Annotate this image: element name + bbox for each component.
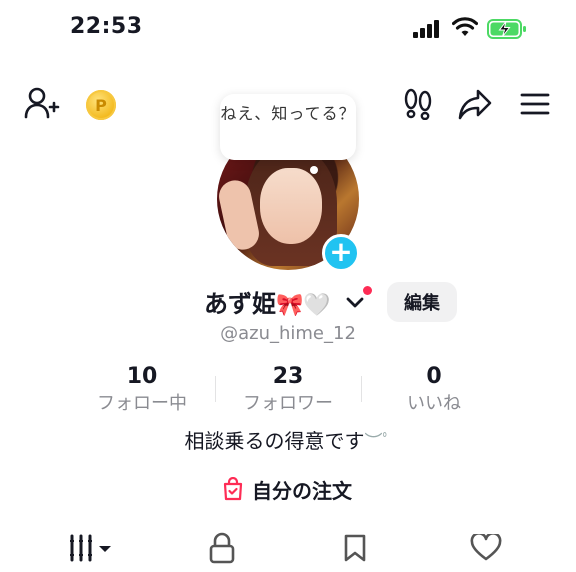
display-name[interactable]: あず姫🎀🤍 bbox=[204, 284, 331, 319]
lock-icon bbox=[209, 532, 235, 564]
bio-text: 相談乗るの得意です bbox=[184, 429, 365, 453]
add-friend-icon[interactable] bbox=[24, 86, 60, 120]
profile-handle: @azu_hime_12 bbox=[220, 323, 356, 344]
likes-label: いいね bbox=[407, 393, 461, 414]
coin-symbol: P bbox=[95, 95, 107, 115]
heart-icon bbox=[470, 534, 502, 561]
tab-liked[interactable] bbox=[464, 530, 508, 566]
battery-charging-icon bbox=[487, 19, 526, 39]
display-name-emojis: 🎀🤍 bbox=[276, 293, 331, 318]
tab-videos[interactable] bbox=[64, 530, 116, 566]
avatar-face bbox=[260, 168, 322, 244]
bookmark-icon bbox=[344, 534, 366, 562]
note-bubble[interactable]: ねえ、知ってる？ bbox=[220, 94, 356, 160]
bio-emojis: ︶ﾟ bbox=[364, 432, 392, 453]
profile-bio[interactable]: 相談乗るの得意です︶ﾟ bbox=[0, 425, 576, 454]
followers-label: フォロワー bbox=[243, 393, 333, 414]
following-label: フォロー中 bbox=[97, 393, 187, 414]
followers-count: 23 bbox=[272, 364, 304, 389]
chevron-down-icon[interactable] bbox=[344, 294, 366, 310]
video-grid-icon bbox=[70, 534, 111, 562]
note-bubble-tail bbox=[310, 166, 318, 174]
stat-divider bbox=[361, 376, 362, 402]
share-icon[interactable] bbox=[458, 88, 492, 120]
my-orders-label: 自分の注文 bbox=[252, 478, 352, 503]
display-name-text: あず姫 bbox=[204, 290, 276, 318]
my-orders-link[interactable]: 自分の注文 bbox=[222, 475, 352, 503]
edit-profile-button[interactable]: 編集 bbox=[387, 282, 457, 322]
following-count: 10 bbox=[126, 364, 158, 389]
tab-saved[interactable] bbox=[333, 530, 377, 566]
notification-dot bbox=[363, 286, 372, 295]
add-story-plus-icon[interactable]: + bbox=[322, 234, 360, 272]
likes-count: 0 bbox=[426, 364, 442, 389]
stat-divider bbox=[215, 376, 216, 402]
shopping-bag-icon bbox=[223, 477, 243, 501]
followers-stat[interactable]: 23 フォロワー bbox=[218, 364, 358, 416]
footprints-icon[interactable] bbox=[403, 88, 433, 120]
status-time: 22:53 bbox=[70, 14, 143, 39]
wifi-icon bbox=[452, 17, 478, 36]
coin-icon[interactable]: P bbox=[86, 90, 116, 120]
cellular-signal-icon bbox=[413, 20, 443, 38]
likes-stat[interactable]: 0 いいね bbox=[364, 364, 504, 416]
menu-icon[interactable] bbox=[520, 92, 550, 116]
following-stat[interactable]: 10 フォロー中 bbox=[72, 364, 212, 416]
tab-private[interactable] bbox=[200, 530, 244, 566]
